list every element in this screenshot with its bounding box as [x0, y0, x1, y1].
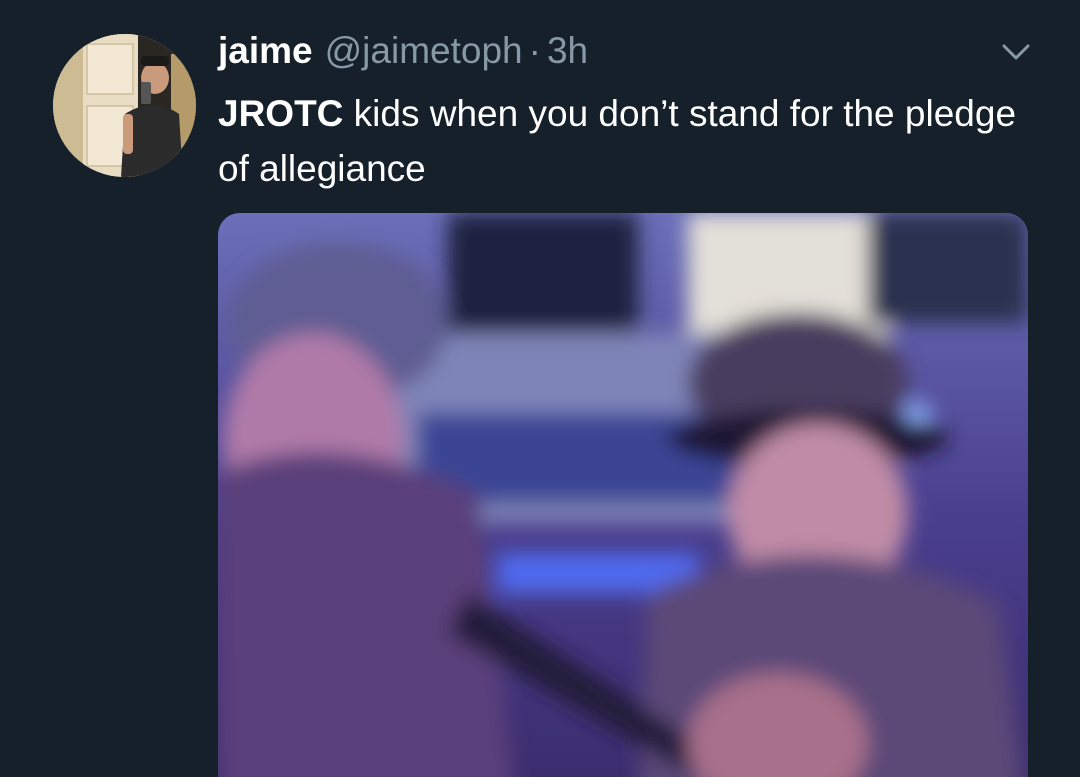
tweet-text-bold: JROTC — [218, 93, 344, 134]
tweet-card[interactable]: jaime @jaimetoph · 3h JROTC kids when yo… — [0, 0, 1080, 777]
tweet-text: JROTC kids when you don’t stand for the … — [218, 86, 1038, 196]
timestamp[interactable]: 3h — [547, 30, 588, 72]
video-still-icon — [218, 213, 1028, 777]
user-handle[interactable]: @jaimetoph — [325, 30, 523, 72]
tweet-header: jaime @jaimetoph · 3h — [218, 30, 588, 78]
tweet-media[interactable] — [218, 213, 1028, 777]
profile-photo-icon — [53, 34, 196, 177]
display-name[interactable]: jaime — [218, 30, 313, 72]
avatar[interactable] — [53, 34, 196, 177]
chevron-down-icon[interactable] — [996, 38, 1036, 66]
separator-dot: · — [528, 30, 541, 71]
